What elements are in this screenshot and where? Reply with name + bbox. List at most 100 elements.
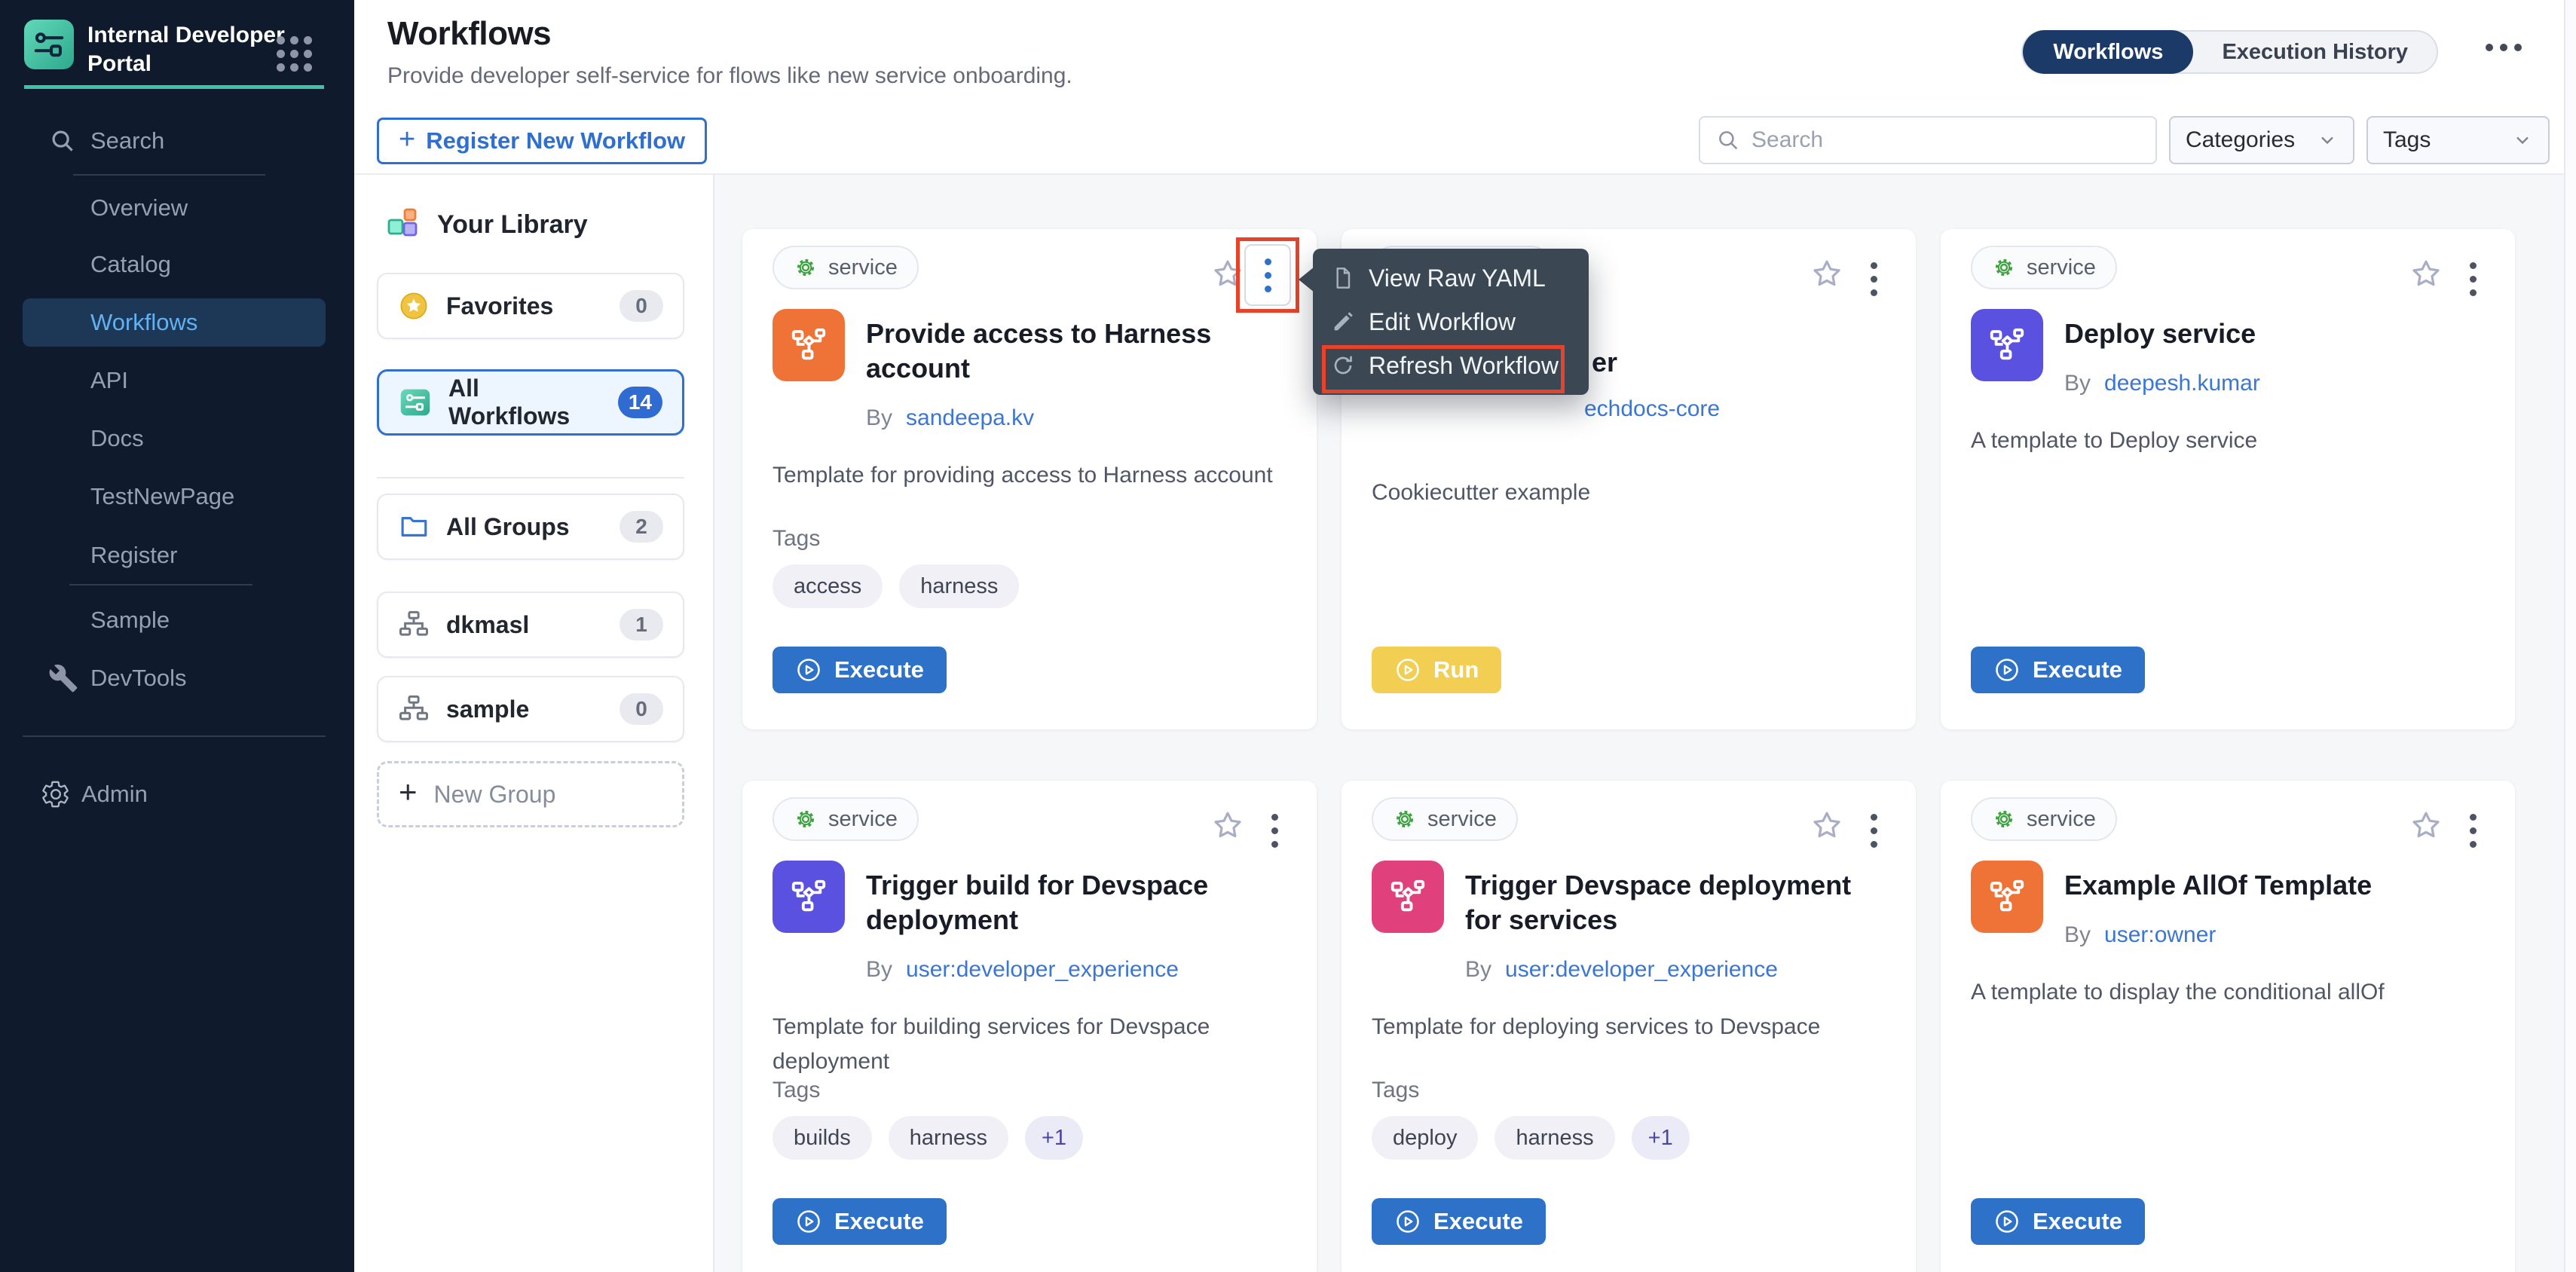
author-link[interactable]: user:developer_experience	[906, 957, 1179, 983]
kebab-menu-button[interactable]	[1244, 244, 1291, 306]
sidebar-item-api[interactable]: API	[0, 356, 354, 405]
execute-button[interactable]: Execute	[1372, 1198, 1546, 1245]
execute-button[interactable]: Execute	[1971, 647, 2145, 693]
library-item-sample[interactable]: sample 0	[377, 676, 684, 742]
author-link[interactable]: sandeepa.kv	[906, 405, 1034, 431]
library-panel: Your Library Favorites 0 All Workflows 1…	[354, 175, 714, 1272]
favorite-star-icon[interactable]	[2408, 256, 2444, 296]
tag-chip: access	[772, 564, 883, 608]
new-group-button[interactable]: + New Group	[377, 761, 684, 827]
play-icon	[1394, 1208, 1421, 1235]
kebab-menu-button[interactable]	[2458, 258, 2488, 300]
library-item-dkmasl[interactable]: dkmasl 1	[377, 592, 684, 658]
play-icon	[1993, 656, 2021, 683]
service-gear-icon	[794, 255, 818, 280]
sidebar-item-search[interactable]: Search	[0, 117, 354, 165]
menu-item-view-raw-yaml[interactable]: View Raw YAML	[1313, 256, 1589, 300]
favorite-star-icon[interactable]	[1210, 808, 1246, 848]
library-item-all-workflows[interactable]: All Workflows 14	[377, 369, 684, 436]
count-badge: 14	[618, 387, 662, 418]
author-link[interactable]: deepesh.kumar	[2104, 371, 2260, 396]
kebab-menu-button[interactable]	[1259, 809, 1290, 852]
workflow-description: Template for building services for Devsp…	[772, 1010, 1288, 1079]
author-link[interactable]: user:owner	[2104, 922, 2216, 948]
author-link[interactable]: user:developer_experience	[1505, 957, 1778, 983]
service-gear-icon	[1992, 255, 2016, 280]
tag-more-chip[interactable]: +1	[1025, 1116, 1083, 1160]
sidebar-item-overview[interactable]: Overview	[0, 184, 354, 232]
play-icon	[795, 656, 822, 683]
sidebar-divider	[69, 584, 252, 586]
execute-button[interactable]: Execute	[772, 1198, 947, 1245]
kebab-menu-button[interactable]	[1859, 809, 1889, 852]
page-title: Workflows	[387, 15, 551, 53]
workflow-context-menu: View Raw YAML Edit Workflow Refresh Work…	[1313, 249, 1589, 395]
workflow-description: A template to display the conditional al…	[1971, 975, 2486, 1010]
category-chip: service	[1372, 797, 1518, 841]
register-new-workflow-button[interactable]: + Register New Workflow	[377, 118, 707, 164]
app-logo-icon	[24, 20, 74, 69]
sidebar-item-docs[interactable]: Docs	[0, 414, 354, 463]
favorite-star-icon[interactable]	[1809, 808, 1845, 848]
tab-workflows[interactable]: Workflows	[2023, 30, 2193, 74]
plus-icon: +	[399, 776, 418, 808]
play-icon	[795, 1208, 822, 1235]
favorite-star-icon[interactable]	[2408, 808, 2444, 848]
search-icon	[48, 127, 77, 155]
scrollbar[interactable]	[2564, 0, 2576, 1272]
search-input[interactable]	[1751, 127, 2140, 153]
more-options-icon[interactable]	[2486, 44, 2522, 51]
execute-button[interactable]: Execute	[772, 647, 947, 693]
menu-item-edit-workflow[interactable]: Edit Workflow	[1313, 300, 1589, 344]
sidebar-item-testnewpage[interactable]: TestNewPage	[0, 472, 354, 521]
category-chip: service	[1971, 797, 2117, 841]
tags-label: Tags	[1372, 1078, 1419, 1103]
favorite-star-icon[interactable]	[1809, 256, 1845, 296]
workflow-card-allof-template: service Example AllOf Template Byuser:ow…	[1941, 781, 2515, 1272]
favorites-star-coin-icon	[398, 290, 430, 322]
sidebar-item-admin[interactable]: Admin	[0, 770, 354, 818]
refresh-icon	[1331, 353, 1355, 378]
kebab-menu-button[interactable]	[2458, 809, 2488, 852]
tab-execution-history[interactable]: Execution History	[2193, 40, 2437, 65]
tags-dropdown[interactable]: Tags	[2366, 116, 2550, 164]
kebab-menu-button[interactable]	[1859, 258, 1889, 300]
execute-button[interactable]: Execute	[1971, 1198, 2145, 1245]
sidebar-divider	[73, 174, 265, 176]
gear-icon	[41, 779, 71, 809]
tag-more-chip[interactable]: +1	[1632, 1116, 1690, 1160]
group-hierarchy-icon	[398, 609, 430, 641]
workflow-card-trigger-devspace: service Trigger Devspace deployment for …	[1342, 781, 1916, 1272]
workflow-icon	[1971, 861, 2043, 933]
author-link-fragment[interactable]: echdocs-core	[1584, 396, 1720, 422]
sidebar-item-workflows[interactable]: Workflows	[0, 298, 354, 347]
accent-divider	[24, 85, 324, 89]
workflow-card-provide-access: service Provide access to Harness accoun…	[742, 229, 1317, 729]
tags-label: Tags	[772, 526, 820, 552]
categories-dropdown[interactable]: Categories	[2169, 116, 2354, 164]
app-grid-icon[interactable]	[277, 36, 312, 72]
pencil-icon	[1331, 310, 1355, 334]
sidebar: Internal Developer Portal Search Overvie…	[0, 0, 354, 1272]
library-item-favorites[interactable]: Favorites 0	[377, 273, 684, 339]
library-item-all-groups[interactable]: All Groups 2	[377, 494, 684, 560]
view-toggle: Workflows Execution History	[2021, 30, 2438, 74]
tag-chip: harness	[889, 1116, 1008, 1160]
main-area: Workflows Provide developer self-service…	[354, 0, 2576, 1272]
workflow-description: Cookiecutter example	[1372, 480, 1590, 506]
sidebar-item-register[interactable]: Register	[0, 531, 354, 579]
sidebar-item-devtools[interactable]: DevTools	[0, 654, 354, 702]
workflow-grid: service Provide access to Harness accoun…	[714, 175, 2576, 1272]
service-gear-icon	[794, 807, 818, 831]
sidebar-divider	[23, 735, 326, 737]
workflow-card-deploy-service: service Deploy service Bydeepesh.kumar A…	[1941, 229, 2515, 729]
menu-item-refresh-workflow[interactable]: Refresh Workflow	[1313, 344, 1589, 387]
run-button[interactable]: Run	[1372, 647, 1501, 693]
tag-chip: harness	[899, 564, 1019, 608]
workflow-search	[1699, 116, 2157, 164]
sidebar-item-sample[interactable]: Sample	[0, 596, 354, 644]
document-icon	[1331, 266, 1355, 290]
brand-title: Internal Developer Portal	[87, 20, 285, 78]
category-chip: service	[772, 797, 919, 841]
sidebar-item-catalog[interactable]: Catalog	[0, 240, 354, 289]
